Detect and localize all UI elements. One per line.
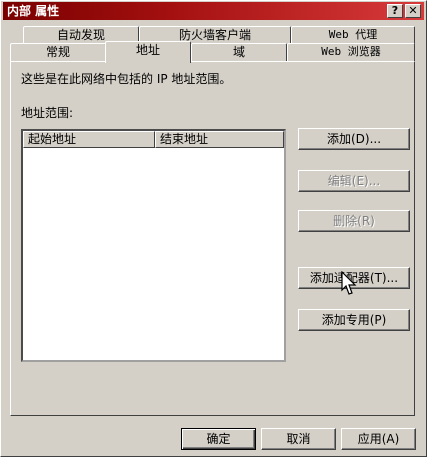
column-header-end[interactable]: 结束地址 xyxy=(155,131,284,148)
apply-button[interactable]: 应用(A) xyxy=(341,428,416,450)
tab-address[interactable]: 地址 xyxy=(105,41,191,63)
range-label: 地址范围: xyxy=(21,106,74,120)
mouse-pointer-icon xyxy=(341,271,357,295)
close-button[interactable]: ✕ xyxy=(405,4,421,18)
title-bar: 内部 属性 ? ✕ xyxy=(3,2,424,20)
add-button[interactable]: 添加(D)... xyxy=(298,128,410,150)
window-title: 内部 属性 xyxy=(7,4,60,18)
tab-general[interactable]: 常规 xyxy=(10,43,106,61)
tab-domain[interactable]: 域 xyxy=(191,43,287,61)
add-private-button[interactable]: 添加专用(P) xyxy=(298,309,410,331)
properties-dialog: 内部 属性 ? ✕ 自动发现 防火墙客户端 Web 代理 常规 地址 域 Web… xyxy=(0,0,427,457)
help-button[interactable]: ? xyxy=(387,4,403,18)
column-header-start[interactable]: 起始地址 xyxy=(23,131,155,148)
ok-button[interactable]: 确定 xyxy=(181,428,256,450)
address-range-list[interactable]: 起始地址 结束地址 xyxy=(21,129,286,362)
edit-button[interactable]: 编辑(E)... xyxy=(298,170,410,192)
description-text: 这些是在此网络中包括的 IP 地址范围。 xyxy=(21,72,232,86)
delete-button[interactable]: 删除(R) xyxy=(298,210,410,232)
tab-web-browser[interactable]: Web 浏览器 xyxy=(287,43,415,61)
cancel-button[interactable]: 取消 xyxy=(261,428,336,450)
tab-web-proxy[interactable]: Web 代理 xyxy=(291,26,415,44)
address-tab-panel: 这些是在此网络中包括的 IP 地址范围。 地址范围: 起始地址 结束地址 添加(… xyxy=(10,61,415,416)
